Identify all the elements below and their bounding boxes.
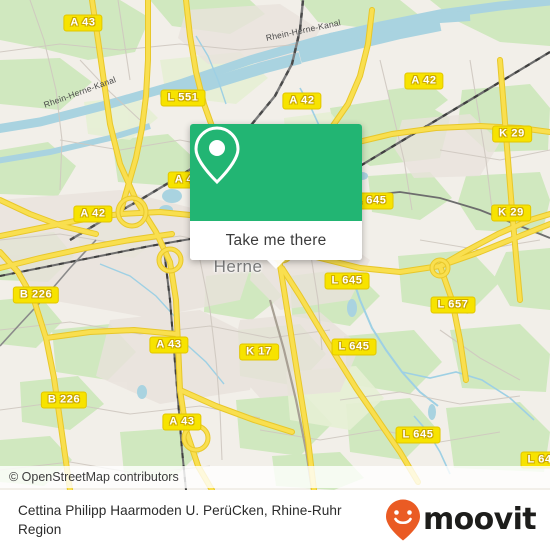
place-title: Cettina Philipp Haarmoden U. PerüCken, R… xyxy=(18,503,342,537)
footer-bar: Cettina Philipp Haarmoden U. PerüCken, R… xyxy=(0,490,550,550)
road-shield-a43-mid[interactable]: A 43 xyxy=(149,336,189,354)
road-shield-a43-north[interactable]: A 43 xyxy=(63,14,103,32)
road-shield-k17[interactable]: K 17 xyxy=(239,343,279,361)
road-shield-b226-lower[interactable]: B 226 xyxy=(40,391,88,409)
map-canvas[interactable]: Rhein-Herne-Kanal Rhein-Herne-Kanal Hern… xyxy=(0,0,550,490)
take-me-there-button[interactable]: Take me there xyxy=(190,221,362,260)
road-shield-a42-west[interactable]: A 42 xyxy=(73,205,113,223)
road-shield-a42-upper-right[interactable]: A 42 xyxy=(404,72,444,90)
road-shield-l645-mid[interactable]: L 645 xyxy=(324,272,370,290)
map-pin-icon xyxy=(194,126,240,185)
road-shield-l645-center[interactable]: L 645 xyxy=(331,338,377,356)
road-shield-k29-upper[interactable]: K 29 xyxy=(492,125,532,143)
osm-attribution-text: © OpenStreetMap contributors xyxy=(9,470,179,484)
osm-attribution[interactable]: © OpenStreetMap contributors xyxy=(0,466,550,488)
location-popup-card[interactable]: Take me there xyxy=(190,124,362,269)
moovit-map-screenshot: Rhein-Herne-Kanal Rhein-Herne-Kanal Hern… xyxy=(0,0,550,550)
road-shield-k29-lower[interactable]: K 29 xyxy=(491,204,531,222)
road-shield-l551[interactable]: L 551 xyxy=(160,89,206,107)
road-shield-l657[interactable]: L 657 xyxy=(430,296,476,314)
moovit-brand[interactable]: moovit xyxy=(385,499,537,541)
place-label-herne: Herne xyxy=(213,257,263,276)
popup-icon-panel xyxy=(190,124,362,221)
road-shield-a42-upper-mid[interactable]: A 42 xyxy=(282,92,322,110)
road-shield-l645-south[interactable]: L 645 xyxy=(395,426,441,444)
road-shield-b226-upper[interactable]: B 226 xyxy=(12,286,60,304)
road-shield-a43-south[interactable]: A 43 xyxy=(162,413,202,431)
moovit-pin-smiley-icon xyxy=(385,499,420,541)
popup-pointer-tail xyxy=(267,260,285,269)
moovit-wordmark: moovit xyxy=(422,502,537,537)
take-me-there-label: Take me there xyxy=(225,231,327,249)
